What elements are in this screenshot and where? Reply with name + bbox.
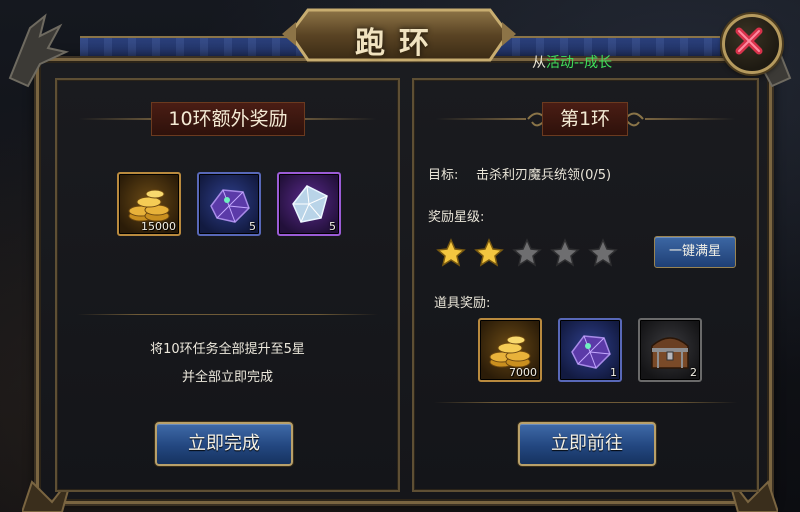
reward-count: 5 <box>249 220 256 233</box>
close-button[interactable] <box>722 14 782 74</box>
max-star-button[interactable]: 一键满星 <box>654 236 736 268</box>
bonus-description-line2: 并全部立即完成 <box>181 370 273 385</box>
go-now-button[interactable]: 立即前往 <box>518 422 656 466</box>
source-hint: 从活动--成长 <box>532 52 612 72</box>
treasure-chest-icon <box>651 337 689 369</box>
star-empty-icon <box>588 238 618 267</box>
title-plaque: 跑环 <box>280 4 518 66</box>
reward-count: 2 <box>690 366 697 379</box>
section-header: 第1环 <box>414 102 757 136</box>
dragon-ornament-icon <box>8 13 70 88</box>
reward-item-gold[interactable]: 15000 <box>117 172 181 236</box>
bonus-reward-list: 15000 5 5 <box>117 172 341 236</box>
close-icon <box>735 27 763 55</box>
reward-item-gem[interactable]: 5 <box>277 172 341 236</box>
bonus-description-line1: 将10环任务全部提升至5星 <box>150 342 305 357</box>
star-empty-icon <box>512 238 542 267</box>
star-rating <box>436 238 618 268</box>
reward-count: 1 <box>610 366 617 379</box>
bonus-reward-heading: 10环额外奖励 <box>151 102 305 136</box>
source-link[interactable]: 活动--成长 <box>546 55 612 71</box>
white-gem-icon <box>292 185 328 223</box>
item-reward-list: 7000 1 2 <box>478 318 702 382</box>
star-level-label: 奖励星级: <box>428 210 485 225</box>
goal-value: 击杀利刃魔兵统领(0/5) <box>476 168 612 183</box>
reward-count: 7000 <box>509 366 537 379</box>
reward-item-chest[interactable]: 2 <box>638 318 702 382</box>
section-header: 10环额外奖励 <box>57 102 398 136</box>
purple-crystal-icon <box>571 335 611 369</box>
ring-number-heading: 第1环 <box>542 102 628 136</box>
source-prefix: 从 <box>532 55 546 71</box>
item-reward-label: 道具奖励: <box>434 296 491 311</box>
star-filled-icon <box>474 238 504 267</box>
page-title: 跑环 <box>355 26 443 61</box>
ring-task-panel: 第1环 目标: 击杀利刃魔兵统领(0/5) 奖励星级: 一键满星 道具奖励: 7… <box>412 78 759 492</box>
bonus-reward-panel: 10环额外奖励 15000 5 5 将10环任务全部提升至5星 并全部立即完成 … <box>55 78 400 492</box>
reward-count: 15000 <box>141 220 176 233</box>
divider <box>77 314 378 315</box>
divider <box>434 402 737 403</box>
reward-item-gold[interactable]: 7000 <box>478 318 542 382</box>
star-filled-icon <box>436 238 466 267</box>
purple-crystal-icon <box>210 189 250 223</box>
goal-label: 目标: <box>428 168 459 183</box>
complete-now-button[interactable]: 立即完成 <box>155 422 293 466</box>
reward-item-crystal[interactable]: 1 <box>558 318 622 382</box>
star-empty-icon <box>550 238 580 267</box>
reward-count: 5 <box>329 220 336 233</box>
reward-item-crystal[interactable]: 5 <box>197 172 261 236</box>
